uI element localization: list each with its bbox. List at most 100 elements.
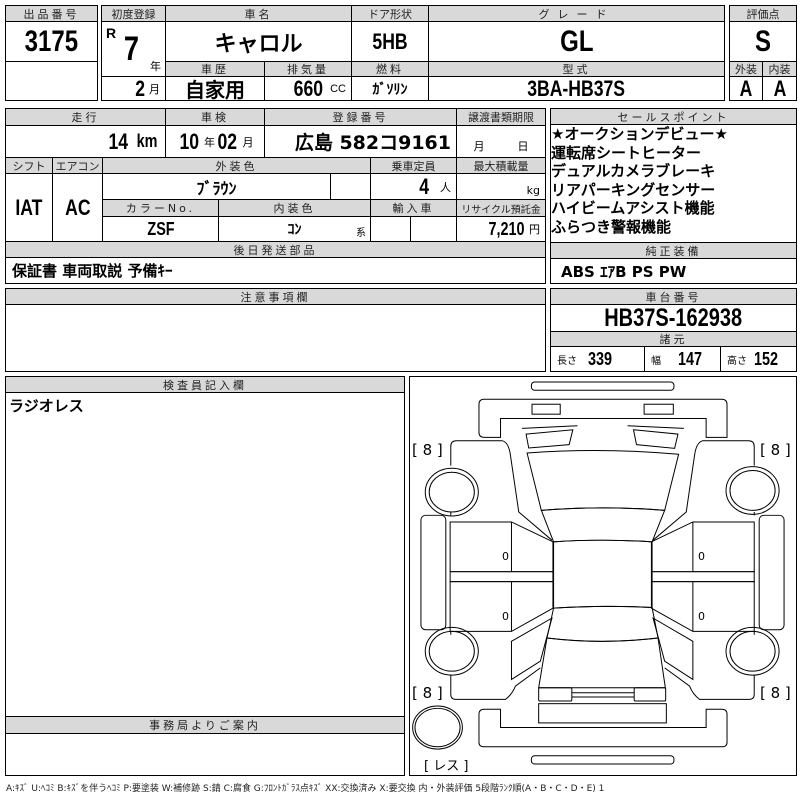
sales-point: 運転席シートヒーター <box>551 143 702 162</box>
lot-number: 3175 <box>5 21 98 62</box>
headlight-left <box>531 403 561 415</box>
transfer-deadline: 月日 <box>456 125 546 158</box>
trunk <box>538 637 666 689</box>
interior-label: 内装 <box>762 61 797 77</box>
front-bumper-bar <box>530 381 675 391</box>
spec-height: 高さ 152 <box>720 346 797 372</box>
exterior-score: A <box>729 76 763 101</box>
fuel: ｶﾞｿﾘﾝ <box>351 76 429 101</box>
lot-label: 出品番号 <box>5 5 98 22</box>
history: 自家用 <box>165 76 265 101</box>
door-label: ドア形状 <box>351 5 429 22</box>
tire-fl-tread: [ 8 ] <box>412 441 443 459</box>
first-reg-year: R 7 年 <box>101 21 166 77</box>
sales-point: リアパーキングセンサー <box>551 180 716 199</box>
ext-color-extra <box>330 173 371 200</box>
door-mark: 0 <box>502 610 509 623</box>
spec-width: 幅 147 <box>644 346 721 372</box>
score: S <box>729 21 797 62</box>
door-mark: 0 <box>502 550 509 563</box>
tire-rr-tread: [ 8 ] <box>760 684 791 702</box>
max-load-label: 最大積載量 <box>456 157 546 174</box>
car-name-label: 車名 <box>165 5 352 22</box>
front-door-left <box>449 521 554 573</box>
wheel-fl <box>424 467 479 517</box>
plate-label: 登録番号 <box>264 108 457 126</box>
rear-bumper-bar <box>530 755 675 765</box>
taillight-right <box>633 687 667 702</box>
capacity-label: 乗車定員 <box>370 157 457 174</box>
model-code: 3BA-HB37S <box>428 76 725 101</box>
import-cell-1 <box>370 216 411 242</box>
displacement-label: 排気量 <box>264 61 352 77</box>
tire-fr-tread: [ 8 ] <box>760 441 791 459</box>
import-label: 輸入車 <box>370 199 457 217</box>
score-label: 評価点 <box>729 5 797 22</box>
plate-number: 広島 582コ9161 <box>264 125 457 158</box>
color-no-label: カラーNo. <box>102 199 219 217</box>
front-fender-right <box>652 440 755 541</box>
int-color-label: 内装色 <box>218 199 371 217</box>
door-mark: 0 <box>698 550 705 563</box>
model-code-label: 型式 <box>428 61 725 77</box>
aircon-label: エアコン <box>52 157 103 174</box>
rear-bumper <box>478 708 728 748</box>
import-cell-2 <box>410 216 457 242</box>
grade: GL <box>428 21 725 62</box>
chassis-label: 車台番号 <box>550 288 797 305</box>
car-diagram-svg <box>412 381 785 765</box>
first-reg-label: 初度登録 <box>101 5 166 22</box>
inspection-date: 10 年 02 月 <box>165 125 265 158</box>
hood <box>526 449 680 511</box>
capacity: 4人 <box>370 173 457 200</box>
rear-door-right <box>650 581 755 632</box>
spare-tire <box>412 705 463 750</box>
quarter-right <box>652 617 694 681</box>
sill-right <box>650 571 755 583</box>
wheel-rr <box>725 626 780 676</box>
car-diagram: [ 8 ] [ 8 ] [ 8 ] [ 8 ] [ レス ] 0 0 0 0 <box>409 376 797 776</box>
door-type: 5HB <box>351 21 429 62</box>
door-mark: 0 <box>698 610 705 623</box>
front-bumper <box>478 398 728 438</box>
windshield <box>540 507 666 543</box>
interior-score: A <box>762 76 797 101</box>
side-step-left <box>420 514 447 631</box>
max-load: kg <box>456 173 546 200</box>
sales-point: デュアルカメラブレーキ <box>551 162 716 180</box>
color-no: ZSF <box>102 216 219 242</box>
equipment: ABS ｴｱB PS PW <box>550 258 797 284</box>
equipment-label: 純正装備 <box>550 242 797 259</box>
taillight-left <box>538 687 573 702</box>
ext-color-label: 外装色 <box>102 157 371 174</box>
aircon: AC <box>52 173 103 242</box>
spare-tire-status: [ レス ] <box>424 759 469 774</box>
later-parts: 保証書 車両取説 予備ｷｰ <box>5 257 546 284</box>
mileage: 14 km <box>5 125 166 158</box>
wheel-rl <box>424 626 479 676</box>
ext-color: ﾌﾞﾗｳﾝ <box>102 173 331 200</box>
displacement: 660 CC <box>264 76 352 101</box>
exterior-label: 外装 <box>729 61 763 77</box>
specs-label: 諸元 <box>550 331 797 347</box>
sales-point: ハイビームアシスト機能 <box>551 199 715 217</box>
front-door-right <box>650 521 755 573</box>
chassis-number: HB37S-162938 <box>550 304 797 332</box>
int-color: ｺﾝ系 <box>218 216 371 242</box>
side-step-right <box>758 514 785 631</box>
first-reg-month: 2月 <box>101 76 166 101</box>
history-label: 車歴 <box>165 61 265 77</box>
later-parts-label: 後日発送部品 <box>5 241 546 258</box>
shift-label: シフト <box>5 157 53 174</box>
tire-rl-tread: [ 8 ] <box>412 684 443 702</box>
quarter-left <box>510 617 553 681</box>
headlight-right <box>643 403 674 415</box>
mirrors <box>525 429 679 449</box>
sales-points-list: ★オークションデビュー★ 運転席シートヒーター デュアルカメラブレーキ リアパー… <box>551 125 791 236</box>
fuel-label: 燃料 <box>351 61 429 77</box>
sales-points-label: セールスポイント <box>550 108 797 125</box>
legend-footer: A:ｷｽﾞ U:ﾍｺﾐ B:ｷｽﾞを伴うﾍｺﾐ P:要塗装 W:補修跡 S:錆 … <box>6 784 605 794</box>
rear-door-left <box>449 581 554 632</box>
inspector-label: 検査員記入欄 <box>5 376 405 393</box>
wipers <box>522 425 684 429</box>
